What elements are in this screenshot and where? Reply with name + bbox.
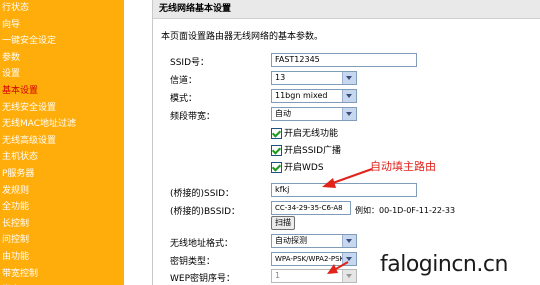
enable-ssid-broadcast-checkbox[interactable] [271, 145, 282, 156]
channel-select[interactable]: 13 [271, 71, 357, 85]
chevron-down-icon [342, 108, 356, 120]
bridged-bssid-input[interactable]: CC-34-29-35-C6-A8 [271, 201, 351, 215]
channel-select-value: 13 [275, 73, 286, 82]
panel-title: 无线网络基本设置 [153, 0, 540, 19]
bridged-bssid-label: (桥接的)BSSID： [170, 207, 241, 217]
sidebar-item-routing-functions[interactable]: 由功能 [0, 249, 124, 266]
settings-panel: 无线网络基本设置 本页面设置路由器无线网络的基本参数。 SSID号： FAST1… [152, 0, 540, 285]
watermark-text: falogincn.cn [380, 252, 508, 277]
enable-wds-row: 开启WDS [271, 160, 324, 173]
enable-wireless-label: 开启无线功能 [284, 129, 339, 139]
bandwidth-select-value: 自动 [275, 109, 291, 118]
enable-wds-label: 开启WDS [284, 163, 324, 173]
chevron-down-icon [342, 253, 356, 265]
wep-index-label: WEP密钥序号： [170, 274, 236, 284]
sidebar-item-mac-filter[interactable]: 无线MAC地址过滤 [0, 116, 124, 133]
key-type-select[interactable]: WPA-PSK/WPA2-PSK [271, 252, 357, 266]
sidebar-item-security-functions[interactable]: 全功能 [0, 199, 124, 216]
bridged-ssid-input[interactable]: kfkj [271, 183, 417, 197]
sidebar-item-host-status[interactable]: 主机状态 [0, 149, 124, 166]
scan-button[interactable]: 扫描 [271, 216, 295, 230]
bandwidth-select[interactable]: 自动 [271, 107, 357, 121]
sidebar-nav: 行状态 向导 一键安全设定 参数 设置 基本设置 无线安全设置 无线MAC地址过… [0, 0, 124, 285]
address-format-select-value: 自动探测 [275, 236, 307, 245]
address-format-label: 无线地址格式： [170, 239, 234, 249]
enable-wireless-checkbox[interactable] [271, 128, 282, 139]
chevron-down-icon [342, 72, 356, 84]
sidebar-item-parental-control[interactable]: 长控制 [0, 216, 124, 233]
bandwidth-label: 频段带宽： [170, 112, 216, 122]
enable-ssid-broadcast-label: 开启SSID广播 [284, 146, 342, 156]
wep-index-select-value: 1 [275, 271, 281, 280]
enable-wireless-row: 开启无线功能 [271, 126, 338, 139]
chevron-down-icon [342, 270, 356, 282]
enable-ssid-broadcast-row: 开启SSID广播 [271, 143, 341, 156]
sidebar-item-access-control[interactable]: 问控制 [0, 232, 124, 249]
sidebar-item-wireless-settings[interactable]: 设置 [0, 66, 124, 83]
chevron-down-icon [342, 235, 356, 247]
mode-label: 模式： [170, 94, 198, 104]
channel-label: 信道： [170, 76, 198, 86]
ssid-label: SSID号： [170, 58, 210, 68]
sidebar-item-network-params[interactable]: 参数 [0, 50, 124, 67]
enable-wds-checkbox[interactable] [271, 162, 282, 173]
address-format-select[interactable]: 自动探测 [271, 234, 357, 248]
key-type-select-value: WPA-PSK/WPA2-PSK [275, 255, 345, 263]
wep-index-select[interactable]: 1 [271, 269, 357, 283]
sidebar-item-one-key-security[interactable]: 一键安全设定 [0, 33, 124, 50]
sidebar-item-dhcp-server[interactable]: P服务器 [0, 166, 124, 183]
sidebar-item-bandwidth-control[interactable]: 带宽控制 [0, 266, 124, 283]
sidebar-item-running-status[interactable]: 行状态 [0, 0, 124, 17]
sidebar-item-setup-wizard[interactable]: 向导 [0, 17, 124, 34]
bssid-example-text: 例如：00-1D-0F-11-22-33 [355, 206, 456, 215]
chevron-down-icon [342, 90, 356, 102]
sidebar-item-forwarding-rules[interactable]: 发规则 [0, 183, 124, 200]
bridged-ssid-label: (桥接的)SSID： [170, 189, 235, 199]
panel-description: 本页面设置路由器无线网络的基本参数。 [161, 32, 324, 42]
sidebar-item-wireless-advanced[interactable]: 无线高级设置 [0, 133, 124, 150]
key-type-label: 密钥类型： [170, 257, 216, 267]
annotation-text: 自动填主路由 [370, 160, 436, 173]
ssid-input[interactable]: FAST12345 [271, 53, 417, 67]
mode-select-value: 11bgn mixed [275, 91, 328, 100]
sidebar-item-wireless-security[interactable]: 无线安全设置 [0, 100, 124, 117]
mode-select[interactable]: 11bgn mixed [271, 89, 357, 103]
sidebar-item-basic-settings[interactable]: 基本设置 [0, 83, 124, 100]
